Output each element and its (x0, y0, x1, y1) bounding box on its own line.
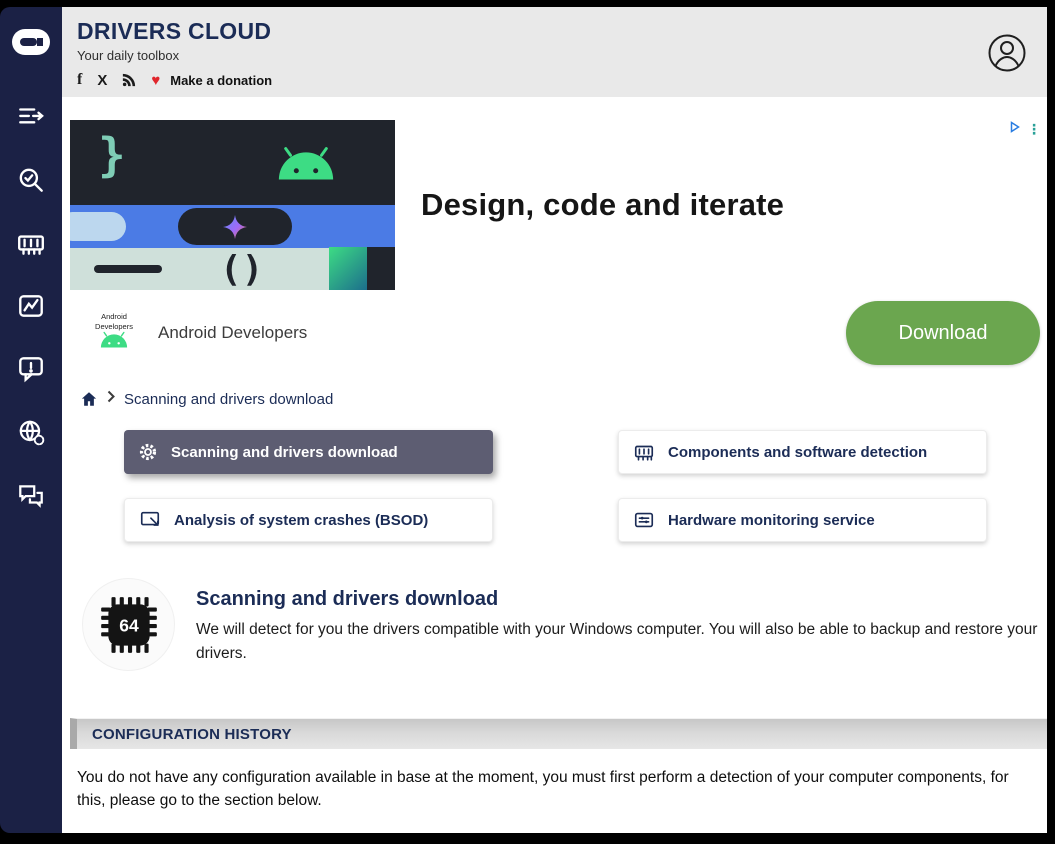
sidebar-item-network[interactable] (14, 415, 48, 449)
nav-button-bsod-analysis[interactable]: Analysis of system crashes (BSOD) (124, 498, 493, 542)
header: DRIVERS CLOUD Your daily toolbox f X ♥ M… (62, 7, 1047, 97)
nav-button-scanning-drivers[interactable]: Scanning and drivers download (124, 430, 493, 474)
service-description-section: 64 Scanning and drivers download We will… (70, 578, 1047, 671)
section-text: Scanning and drivers download We will de… (196, 578, 1041, 666)
ad-corner-block (329, 247, 395, 290)
nav-button-label: Components and software detection (668, 444, 927, 461)
donation-link[interactable]: Make a donation (170, 73, 272, 88)
social-row: f X ♥ Make a donation (77, 71, 1047, 89)
ad-gradient-square (329, 247, 367, 290)
ad-options-icon[interactable]: ⋮ (1027, 121, 1041, 138)
ad-pill-shape (70, 212, 126, 241)
nav-button-components-detection[interactable]: Components and software detection (618, 430, 987, 474)
service-buttons-grid: Scanning and drivers download Components… (124, 430, 1047, 542)
nav-button-label: Scanning and drivers download (171, 444, 398, 461)
gemini-pill (178, 208, 292, 245)
sidebar-item-detection[interactable] (14, 163, 48, 197)
page-title: DRIVERS CLOUD (77, 18, 1047, 45)
nav-button-label: Hardware monitoring service (668, 512, 875, 529)
chip64-icon: 64 (96, 592, 162, 658)
advertiser-logo[interactable]: Android Developers (88, 312, 140, 354)
configuration-history-message: You do not have any configuration availa… (70, 766, 1038, 813)
chip64-label: 64 (119, 615, 139, 635)
heart-icon: ♥ (151, 73, 160, 88)
driverscloud-logo-icon[interactable] (11, 27, 51, 62)
x-icon[interactable]: X (97, 72, 107, 89)
nav-button-label: Analysis of system crashes (BSOD) (174, 512, 428, 529)
configuration-history-title: CONFIGURATION HISTORY (92, 726, 292, 743)
advertiser-logo-caption: Android Developers (88, 312, 140, 331)
ad-attribution-row: Android Developers Android Developers Do… (70, 298, 1047, 368)
facebook-icon[interactable]: f (77, 71, 82, 89)
advertiser-name: Android Developers (158, 323, 307, 343)
chevron-right-icon (107, 390, 115, 408)
main-panel: DRIVERS CLOUD Your daily toolbox f X ♥ M… (62, 7, 1047, 833)
android-robot-icon (275, 146, 337, 187)
sidebar-item-configurations[interactable] (14, 100, 48, 134)
code-brace-glyph: } (98, 128, 126, 182)
ad-banner: ⋮ } (70, 120, 1047, 368)
code-dash-shape (94, 265, 162, 273)
section-description: We will detect for you the drivers compa… (196, 618, 1041, 666)
content: ⋮ } (62, 97, 1047, 833)
app-window: DRIVERS CLOUD Your daily toolbox f X ♥ M… (0, 0, 1055, 844)
sidebar (0, 7, 62, 833)
ad-headline: Design, code and iterate (421, 187, 784, 223)
bsod-screen-icon (139, 509, 161, 531)
home-icon[interactable] (80, 390, 98, 408)
nav-button-hardware-monitoring[interactable]: Hardware monitoring service (618, 498, 987, 542)
sidebar-item-bsod[interactable] (14, 352, 48, 386)
account-icon[interactable] (987, 33, 1027, 78)
tagline: Your daily toolbox (77, 48, 1047, 63)
breadcrumb: Scanning and drivers download (70, 390, 1047, 408)
ad-blue-stripe (70, 205, 395, 248)
section-title: Scanning and drivers download (196, 588, 1041, 611)
sidebar-item-monitoring[interactable] (14, 289, 48, 323)
ad-image[interactable]: } (70, 120, 395, 290)
download-button[interactable]: Download (846, 301, 1040, 365)
sidebar-item-hardware[interactable] (14, 226, 48, 260)
configuration-history-header: CONFIGURATION HISTORY (70, 718, 1047, 749)
adchoices-icon[interactable] (1009, 120, 1021, 138)
code-paren-glyph: () (220, 249, 263, 290)
ad-creative: } (70, 120, 1047, 290)
chip-icon (633, 441, 655, 463)
gear-icon (138, 442, 158, 462)
chip64-badge: 64 (82, 578, 175, 671)
sidebar-item-forum[interactable] (14, 478, 48, 512)
ad-badges: ⋮ (1009, 120, 1041, 138)
rss-icon[interactable] (122, 73, 136, 87)
gemini-star-icon (223, 215, 247, 239)
breadcrumb-current: Scanning and drivers download (124, 391, 333, 408)
ad-headline-area[interactable]: Design, code and iterate (395, 120, 1047, 290)
monitoring-card-icon (633, 509, 655, 531)
